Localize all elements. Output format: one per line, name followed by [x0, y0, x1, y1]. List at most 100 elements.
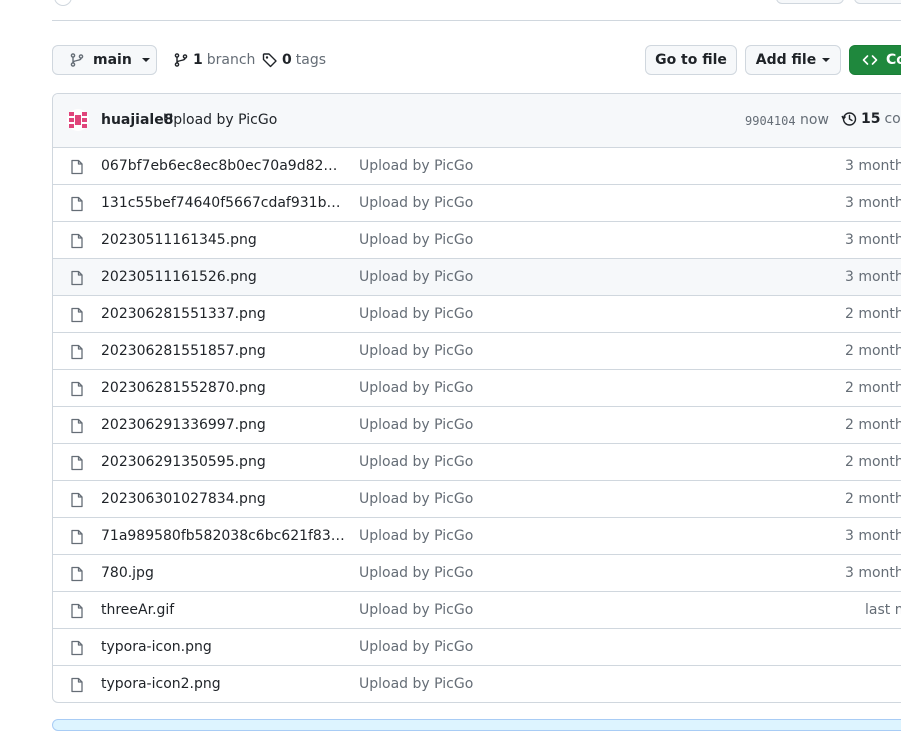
file-commit-message-link[interactable]: Upload by PicGo — [359, 676, 473, 692]
file-name-link[interactable]: 20230511161345.png — [101, 232, 346, 248]
latest-commit-bar: huajiale8 Upload by PicGo 9904104 now 15… — [53, 94, 901, 148]
chevron-down-icon — [822, 58, 831, 62]
file-row[interactable]: typora-icon2.png Upload by PicGo — [53, 666, 901, 702]
commit-time: now — [800, 112, 829, 128]
file-commit-message-link[interactable]: Upload by PicGo — [359, 158, 473, 174]
header-divider — [52, 20, 901, 21]
file-name-link[interactable]: typora-icon.png — [101, 639, 346, 655]
file-age: 3 months — [845, 158, 901, 174]
go-to-file-label: Go to file — [655, 52, 727, 68]
file-row[interactable]: 20230511161345.png Upload by PicGo 3 month… — [53, 222, 901, 259]
file-icon — [71, 640, 83, 656]
file-row[interactable]: 71a989580fb582038c6bc621f83fe24.j... Uplo… — [53, 518, 901, 555]
file-row[interactable]: 202306291350595.png Upload by PicGo 2 mont… — [53, 444, 901, 481]
git-branch-icon — [70, 53, 84, 67]
commit-message-link[interactable]: Upload by PicGo — [163, 112, 277, 128]
commit-hash-link[interactable]: 9904104 — [745, 114, 796, 128]
code-button[interactable]: Co — [849, 45, 901, 75]
add-file-label: Add file — [755, 52, 817, 68]
file-commit-message-link[interactable]: Upload by PicGo — [359, 565, 473, 581]
file-name-link[interactable]: 202306281552870.png — [101, 380, 346, 396]
file-commit-message-link[interactable]: Upload by PicGo — [359, 528, 473, 544]
repo-visibility-stub — [54, 0, 72, 6]
file-commit-message-link[interactable]: Upload by PicGo — [359, 491, 473, 507]
file-name-link[interactable]: 202306291350595.png — [101, 454, 346, 470]
tag-icon — [262, 53, 277, 68]
file-row[interactable]: 202306281552870.png Upload by PicGo 2 mont… — [53, 370, 901, 407]
header-button-stub[interactable] — [854, 0, 901, 4]
file-commit-message-link[interactable]: Upload by PicGo — [359, 602, 473, 618]
file-commit-message-link[interactable]: Upload by PicGo — [359, 232, 473, 248]
repo-toolbar: main 1 branch 0 tags Go to file Add file… — [52, 45, 901, 77]
file-commit-message-link[interactable]: Upload by PicGo — [359, 639, 473, 655]
file-row[interactable]: 131c55bef74640f5667cdaf931b9e2b... Upload… — [53, 185, 901, 222]
file-age: 2 months — [845, 417, 901, 433]
file-commit-message-link[interactable]: Upload by PicGo — [359, 306, 473, 322]
file-browser: huajiale8 Upload by PicGo 9904104 now 15… — [52, 93, 901, 703]
file-row[interactable]: 202306301027834.png Upload by PicGo 2 mont… — [53, 481, 901, 518]
tag-word: tags — [295, 52, 326, 68]
file-commit-message-link[interactable]: Upload by PicGo — [359, 417, 473, 433]
file-name-link[interactable]: 71a989580fb582038c6bc621f83fe24.j... — [101, 528, 346, 544]
commit-count-word: com — [884, 111, 901, 127]
file-age: 3 months — [845, 269, 901, 285]
file-name-link[interactable]: 202306281551337.png — [101, 306, 346, 322]
file-icon — [71, 566, 83, 582]
readme-banner-stub — [52, 719, 901, 731]
code-label: Co — [886, 52, 901, 68]
branch-name: main — [93, 52, 132, 68]
file-age: last m — [865, 602, 901, 618]
file-commit-message-link[interactable]: Upload by PicGo — [359, 343, 473, 359]
file-icon — [71, 418, 83, 434]
branches-link[interactable]: 1 branch — [173, 45, 255, 75]
file-name-link[interactable]: typora-icon2.png — [101, 676, 346, 692]
header-button-stub[interactable] — [776, 0, 844, 4]
avatar[interactable] — [67, 109, 89, 131]
file-row[interactable]: 202306291336997.png Upload by PicGo 2 mont… — [53, 407, 901, 444]
file-name-link[interactable]: 202306301027834.png — [101, 491, 346, 507]
file-age: 2 months — [845, 306, 901, 322]
file-list: 067bf7eb6ec8ec8b0ec70a9d822e61c.... Uploa… — [53, 148, 901, 702]
file-icon — [71, 677, 83, 693]
file-row[interactable]: typora-icon.png Upload by PicGo — [53, 629, 901, 666]
go-to-file-button[interactable]: Go to file — [645, 45, 737, 75]
chevron-down-icon — [141, 58, 150, 62]
file-icon — [71, 270, 83, 286]
file-age: 3 months — [845, 195, 901, 211]
file-name-link[interactable]: 780.jpg — [101, 565, 346, 581]
file-commit-message-link[interactable]: Upload by PicGo — [359, 380, 473, 396]
file-name-link[interactable]: 202306281551857.png — [101, 343, 346, 359]
file-commit-message-link[interactable]: Upload by PicGo — [359, 269, 473, 285]
git-branch-icon — [174, 53, 188, 67]
commit-count: 15 — [861, 111, 881, 127]
commit-history-link[interactable]: 15 com — [841, 111, 901, 127]
file-row[interactable]: 202306281551337.png Upload by PicGo 2 mont… — [53, 296, 901, 333]
file-row[interactable]: 067bf7eb6ec8ec8b0ec70a9d822e61c.... Uploa… — [53, 148, 901, 185]
file-age: 2 months — [845, 380, 901, 396]
code-icon — [862, 55, 878, 65]
branch-select-button[interactable]: main — [52, 45, 157, 75]
file-name-link[interactable]: 202306291336997.png — [101, 417, 346, 433]
file-icon — [71, 455, 83, 471]
file-age: 2 months — [845, 454, 901, 470]
file-name-link[interactable]: threeAr.gif — [101, 602, 346, 618]
file-row[interactable]: threeAr.gif Upload by PicGo last m — [53, 592, 901, 629]
file-name-link[interactable]: 067bf7eb6ec8ec8b0ec70a9d822e61c.... — [101, 158, 346, 174]
branch-count: 1 — [193, 52, 203, 68]
file-row[interactable]: 20230511161526.png Upload by PicGo 3 month… — [53, 259, 901, 296]
file-age: 3 months — [845, 565, 901, 581]
file-icon — [71, 381, 83, 397]
file-age: 2 months — [845, 343, 901, 359]
file-age: 3 months — [845, 528, 901, 544]
file-row[interactable]: 780.jpg Upload by PicGo 3 months — [53, 555, 901, 592]
file-commit-message-link[interactable]: Upload by PicGo — [359, 454, 473, 470]
add-file-button[interactable]: Add file — [745, 45, 841, 75]
tags-link[interactable]: 0 tags — [262, 45, 326, 75]
file-commit-message-link[interactable]: Upload by PicGo — [359, 195, 473, 211]
branch-word: branch — [206, 52, 256, 68]
file-row[interactable]: 202306281551857.png Upload by PicGo 2 mont… — [53, 333, 901, 370]
file-name-link[interactable]: 131c55bef74640f5667cdaf931b9e2b... — [101, 195, 346, 211]
file-icon — [71, 344, 83, 360]
tag-count: 0 — [282, 52, 292, 68]
file-name-link[interactable]: 20230511161526.png — [101, 269, 346, 285]
